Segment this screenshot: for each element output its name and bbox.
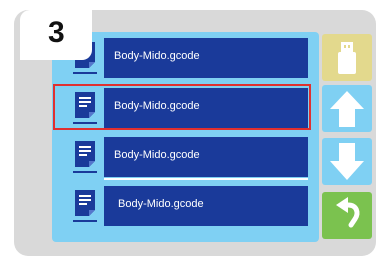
arrow-down-icon: [330, 143, 364, 180]
file-icon: [73, 190, 97, 222]
file-row[interactable]: Body-Mido.gcode: [55, 182, 309, 230]
file-name: Body-Mido.gcode: [114, 149, 200, 161]
file-name-bar[interactable]: Body-Mido.gcode: [104, 38, 308, 78]
file-name-bar[interactable]: Body-Mido.gcode: [104, 137, 308, 177]
scroll-down-button[interactable]: [322, 138, 372, 185]
file-row[interactable]: Body-Mido.gcode: [55, 133, 309, 181]
usb-button[interactable]: [322, 34, 372, 81]
back-arrow-icon: [336, 197, 360, 228]
usb-drive-icon: [338, 42, 356, 74]
file-name: Body-Mido.gcode: [114, 50, 200, 62]
file-name: Body-Mido.gcode: [118, 198, 204, 210]
file-name-bar[interactable]: Body-Mido.gcode: [104, 186, 308, 226]
scroll-up-button[interactable]: [322, 85, 372, 132]
step-badge: 3: [20, 10, 92, 60]
file-name: Body-Mido.gcode: [114, 100, 200, 112]
back-button[interactable]: [322, 192, 372, 239]
file-name-bar[interactable]: Body-Mido.gcode: [104, 88, 308, 128]
file-list: Body-Mido.gcode Body-Mido.gcode Body-Mid…: [52, 32, 319, 242]
step-number: 3: [48, 16, 65, 49]
file-row-selected[interactable]: Body-Mido.gcode: [53, 84, 311, 132]
file-row[interactable]: Body-Mido.gcode: [55, 34, 309, 82]
row-divider: [104, 178, 308, 180]
file-icon: [73, 141, 97, 173]
file-icon: [73, 92, 97, 124]
arrow-up-icon: [330, 91, 364, 127]
